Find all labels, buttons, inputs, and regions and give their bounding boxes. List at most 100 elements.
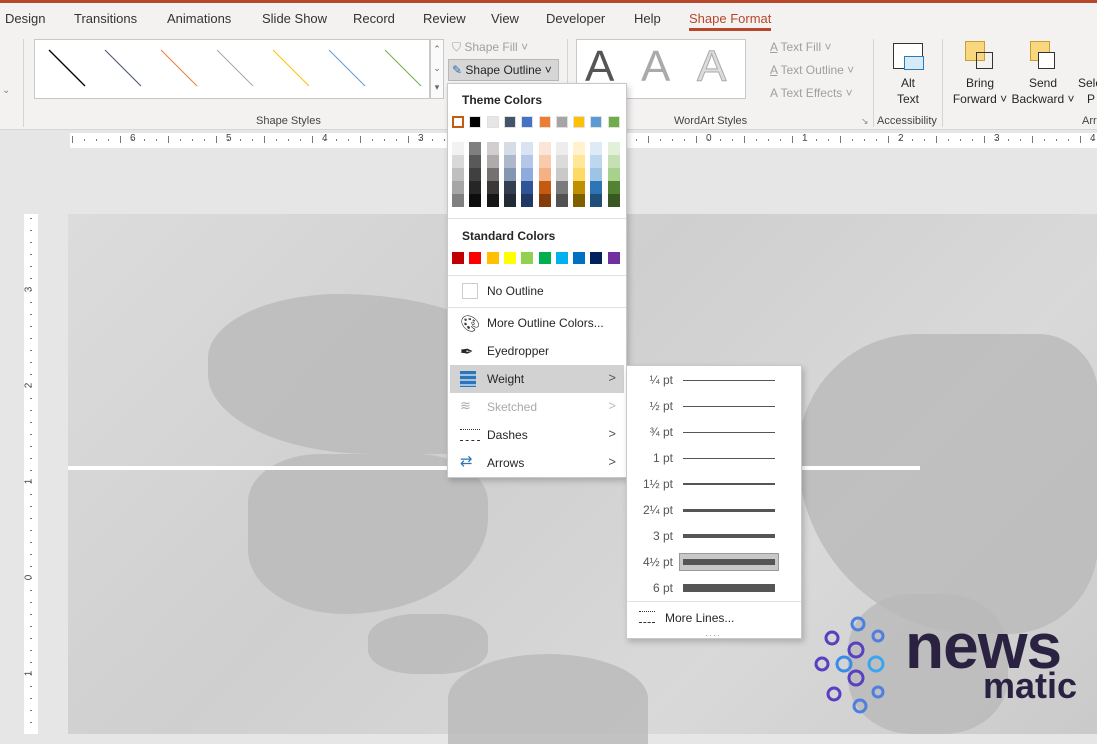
- tab-animations[interactable]: Animations: [167, 11, 231, 26]
- theme-shade-swatch[interactable]: [590, 142, 603, 155]
- theme-shade-swatch[interactable]: [503, 155, 516, 168]
- chevron-down-icon[interactable]: ⌄: [2, 85, 10, 96]
- theme-color-swatch[interactable]: [452, 116, 464, 128]
- theme-shade-swatch[interactable]: [469, 181, 482, 194]
- theme-color-swatch[interactable]: [538, 116, 551, 128]
- shape-style-thumbnail[interactable]: [325, 44, 375, 94]
- text-outline-button[interactable]: A Text Outline ˅: [770, 63, 854, 77]
- weight-option[interactable]: ¾ pt: [627, 419, 801, 445]
- weight-option[interactable]: 3 pt: [627, 523, 801, 549]
- tab-review[interactable]: Review: [423, 11, 466, 26]
- tab-developer[interactable]: Developer: [546, 11, 605, 26]
- weight-option[interactable]: 2¼ pt: [627, 497, 801, 523]
- theme-color-swatch[interactable]: [486, 116, 499, 128]
- shape-styles-gallery[interactable]: [34, 39, 430, 99]
- theme-shade-swatch[interactable]: [452, 194, 464, 207]
- theme-shade-swatch[interactable]: [503, 194, 516, 207]
- theme-shade-swatch[interactable]: [503, 181, 516, 194]
- scroll-up-icon[interactable]: ⌃: [431, 40, 443, 59]
- resize-grip[interactable]: ····: [705, 630, 721, 640]
- tab-view[interactable]: View: [491, 11, 519, 26]
- weight-item[interactable]: Weight >: [450, 365, 624, 393]
- theme-color-swatch[interactable]: [607, 116, 620, 128]
- dialog-launcher-icon[interactable]: ↘: [861, 116, 869, 127]
- tab-transitions[interactable]: Transitions: [74, 11, 137, 26]
- theme-color-swatch[interactable]: [555, 116, 568, 128]
- theme-shade-swatch[interactable]: [538, 194, 551, 207]
- theme-shade-swatch[interactable]: [607, 142, 620, 155]
- theme-color-swatch[interactable]: [469, 116, 482, 128]
- theme-shade-swatch[interactable]: [538, 168, 551, 181]
- theme-shade-swatch[interactable]: [607, 181, 620, 194]
- theme-shade-swatch[interactable]: [503, 168, 516, 181]
- theme-shade-swatch[interactable]: [521, 155, 534, 168]
- standard-color-swatch[interactable]: [538, 252, 551, 264]
- text-effects-button[interactable]: A Text Effects ˅: [770, 86, 853, 100]
- dashes-item[interactable]: Dashes >: [450, 421, 624, 449]
- shape-style-thumbnail[interactable]: [157, 44, 207, 94]
- scroll-down-icon[interactable]: ⌄: [431, 59, 443, 78]
- tab-slide-show[interactable]: Slide Show: [262, 11, 327, 26]
- theme-shade-swatch[interactable]: [538, 155, 551, 168]
- weight-option[interactable]: 1 pt: [627, 445, 801, 471]
- shape-style-thumbnail[interactable]: [45, 44, 95, 94]
- theme-shade-swatch[interactable]: [555, 168, 568, 181]
- theme-shade-swatch[interactable]: [486, 168, 499, 181]
- shape-fill-button[interactable]: ⛉ Shape Fill ˅: [452, 40, 528, 55]
- wordart-style-3[interactable]: A: [696, 42, 726, 92]
- standard-color-swatch[interactable]: [503, 252, 516, 264]
- theme-shade-swatch[interactable]: [555, 194, 568, 207]
- tab-record[interactable]: Record: [353, 11, 395, 26]
- theme-shade-swatch[interactable]: [573, 168, 586, 181]
- wordart-style-2[interactable]: A: [641, 42, 670, 92]
- theme-shade-swatch[interactable]: [452, 155, 464, 168]
- theme-shade-swatch[interactable]: [469, 155, 482, 168]
- theme-shade-swatch[interactable]: [486, 142, 499, 155]
- standard-color-swatch[interactable]: [521, 252, 534, 264]
- theme-shade-swatch[interactable]: [573, 194, 586, 207]
- tab-help[interactable]: Help: [634, 11, 661, 26]
- weight-option[interactable]: 6 pt: [627, 575, 801, 601]
- gallery-more-icon[interactable]: ▾: [431, 78, 443, 97]
- more-outline-colors-item[interactable]: 🎨︎ More Outline Colors...: [450, 309, 624, 337]
- weight-option[interactable]: ½ pt: [627, 393, 801, 419]
- tab-design[interactable]: Design: [5, 11, 45, 26]
- text-fill-button[interactable]: A Text Fill ˅: [770, 40, 831, 54]
- shape-style-thumbnail[interactable]: [101, 44, 151, 94]
- standard-color-swatch[interactable]: [486, 252, 499, 264]
- eyedropper-item[interactable]: ✒ Eyedropper: [450, 337, 624, 365]
- theme-color-swatch[interactable]: [573, 116, 586, 128]
- theme-shade-swatch[interactable]: [555, 142, 568, 155]
- theme-color-swatch[interactable]: [503, 116, 516, 128]
- theme-color-swatch[interactable]: [590, 116, 603, 128]
- theme-shade-swatch[interactable]: [452, 181, 464, 194]
- theme-shade-swatch[interactable]: [607, 155, 620, 168]
- standard-color-swatch[interactable]: [590, 252, 603, 264]
- theme-shade-swatch[interactable]: [503, 142, 516, 155]
- theme-shade-swatch[interactable]: [486, 194, 499, 207]
- theme-shade-swatch[interactable]: [590, 168, 603, 181]
- arrows-item[interactable]: ⇄ Arrows >: [450, 449, 624, 477]
- weight-option[interactable]: ¼ pt: [627, 367, 801, 393]
- standard-color-swatch[interactable]: [452, 252, 464, 264]
- theme-shade-swatch[interactable]: [521, 142, 534, 155]
- theme-shade-swatch[interactable]: [573, 181, 586, 194]
- shape-style-thumbnail[interactable]: [381, 44, 431, 94]
- theme-shade-swatch[interactable]: [521, 181, 534, 194]
- theme-shade-swatch[interactable]: [521, 194, 534, 207]
- theme-shade-swatch[interactable]: [590, 194, 603, 207]
- bring-forward-button[interactable]: Bring Forward ˅: [950, 75, 1010, 107]
- theme-shade-swatch[interactable]: [607, 168, 620, 181]
- standard-color-swatch[interactable]: [607, 252, 620, 264]
- theme-shade-swatch[interactable]: [486, 181, 499, 194]
- theme-shade-swatch[interactable]: [555, 155, 568, 168]
- send-backward-button[interactable]: Send Backward ˅: [1010, 75, 1076, 107]
- weight-option[interactable]: 1½ pt: [627, 471, 801, 497]
- theme-shade-swatch[interactable]: [538, 181, 551, 194]
- standard-color-swatch[interactable]: [573, 252, 586, 264]
- shape-outline-button[interactable]: ✎ Shape Outline ˅: [448, 59, 559, 81]
- theme-color-swatch[interactable]: [521, 116, 534, 128]
- gallery-scroll[interactable]: ⌃ ⌄ ▾: [430, 39, 444, 99]
- more-lines-item[interactable]: More Lines...: [637, 607, 797, 629]
- selection-pane-button[interactable]: SeleP: [1078, 75, 1097, 107]
